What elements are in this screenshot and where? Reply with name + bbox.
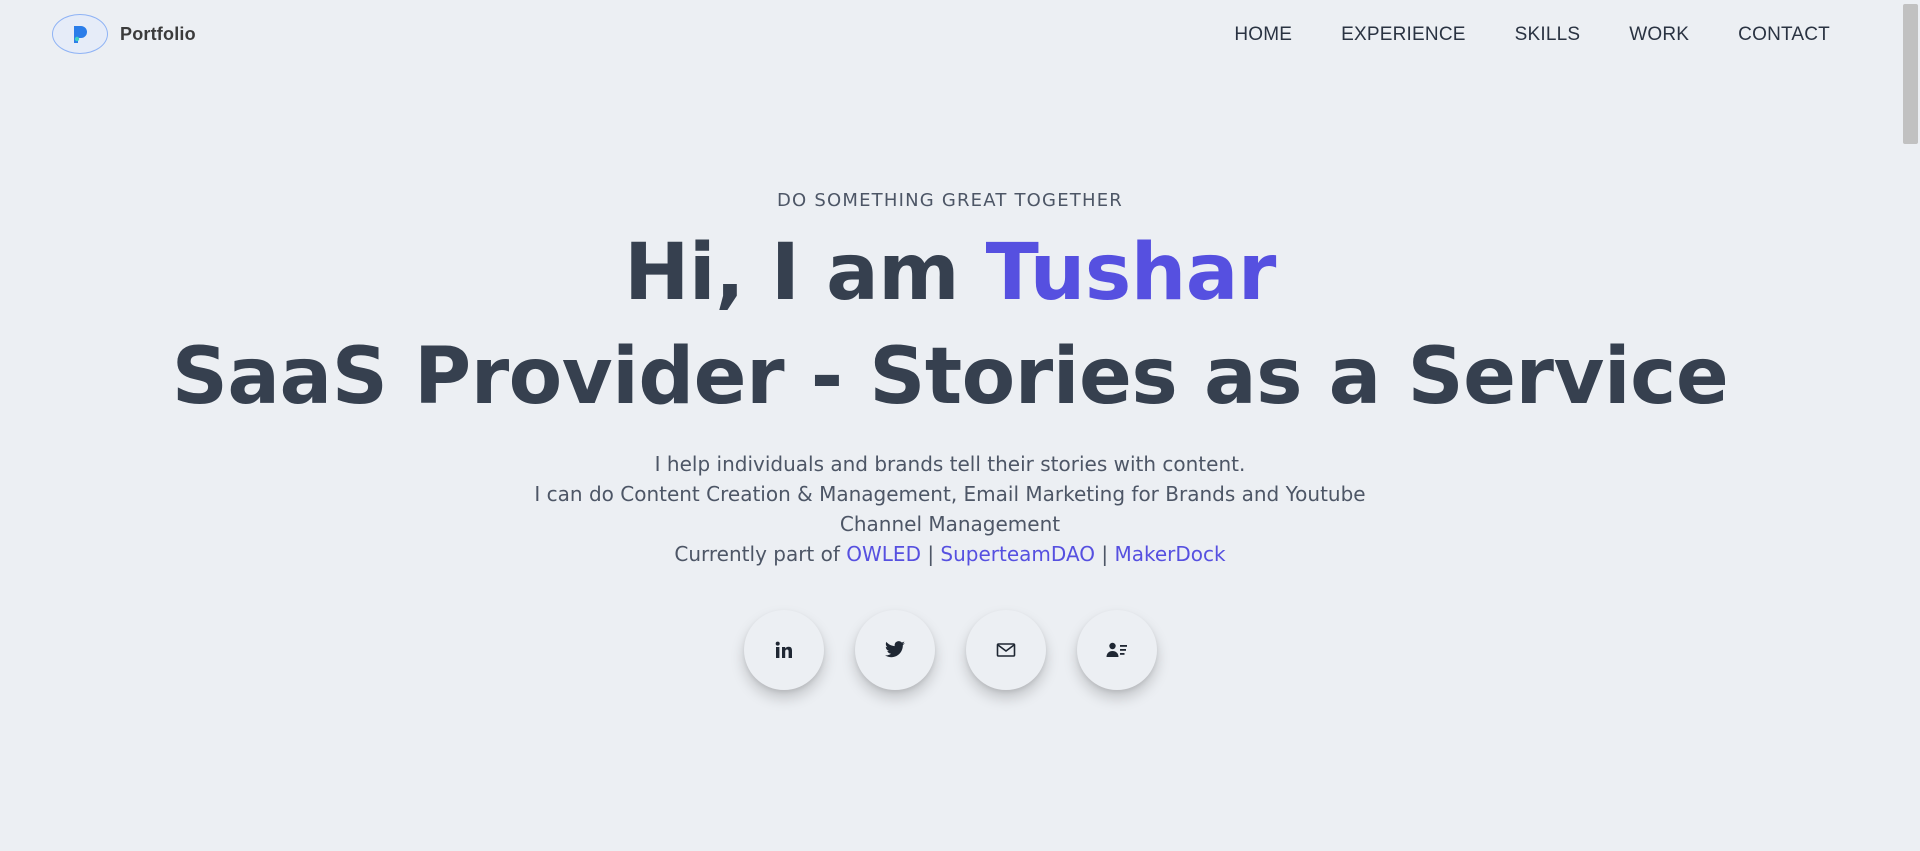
hero-title: SaaS Provider - Stories as a Service [171, 332, 1729, 422]
logo-link[interactable]: Portfolio [52, 14, 196, 54]
email-button[interactable] [965, 610, 1046, 690]
org-separator: | [920, 542, 941, 566]
hero-eyebrow: DO SOMETHING GREAT TOGETHER [777, 190, 1123, 211]
linkedin-button[interactable] [743, 610, 824, 690]
org-link-makerdock[interactable]: MakerDock [1114, 542, 1225, 566]
site-header: Portfolio HOME EXPERIENCE SKILLS WORK CO… [0, 0, 1900, 72]
logo-text: Portfolio [120, 23, 196, 44]
current-orgs: Currently part of OWLED | SuperteamDAO |… [500, 539, 1400, 569]
nav-skills[interactable]: SKILLS [1515, 24, 1581, 46]
contact-card-icon [1106, 641, 1128, 659]
org-link-superteamdao[interactable]: SuperteamDAO [940, 542, 1095, 566]
main-nav: HOME EXPERIENCE SKILLS WORK CONTACT [1234, 24, 1830, 46]
mail-icon [996, 642, 1016, 658]
scrollbar-thumb[interactable] [1903, 4, 1918, 144]
hero-section: DO SOMETHING GREAT TOGETHER Hi, I am Tus… [0, 190, 1900, 569]
nav-experience[interactable]: EXPERIENCE [1341, 24, 1465, 46]
nav-home[interactable]: HOME [1234, 24, 1292, 46]
desc-line-1: I help individuals and brands tell their… [654, 452, 1246, 476]
greeting-text: Hi, I am [624, 228, 986, 318]
hero-description: I help individuals and brands tell their… [500, 449, 1400, 569]
twitter-icon [884, 641, 906, 659]
nav-work[interactable]: WORK [1629, 24, 1689, 46]
nav-contact[interactable]: CONTACT [1738, 24, 1830, 46]
hero-greeting: Hi, I am Tushar [0, 223, 1900, 323]
org-separator: | [1095, 542, 1115, 566]
contact-card-button[interactable] [1076, 610, 1157, 690]
org-link-owled[interactable]: OWLED [846, 542, 921, 566]
twitter-button[interactable] [854, 610, 935, 690]
logo-icon [52, 14, 108, 54]
current-prefix: Currently part of [674, 542, 847, 566]
social-links [0, 610, 1900, 690]
desc-line-2: I can do Content Creation & Management, … [534, 482, 1366, 536]
linkedin-icon [774, 640, 794, 660]
page-scrollbar[interactable] [1900, 0, 1920, 851]
hero-name: Tushar [985, 228, 1277, 318]
